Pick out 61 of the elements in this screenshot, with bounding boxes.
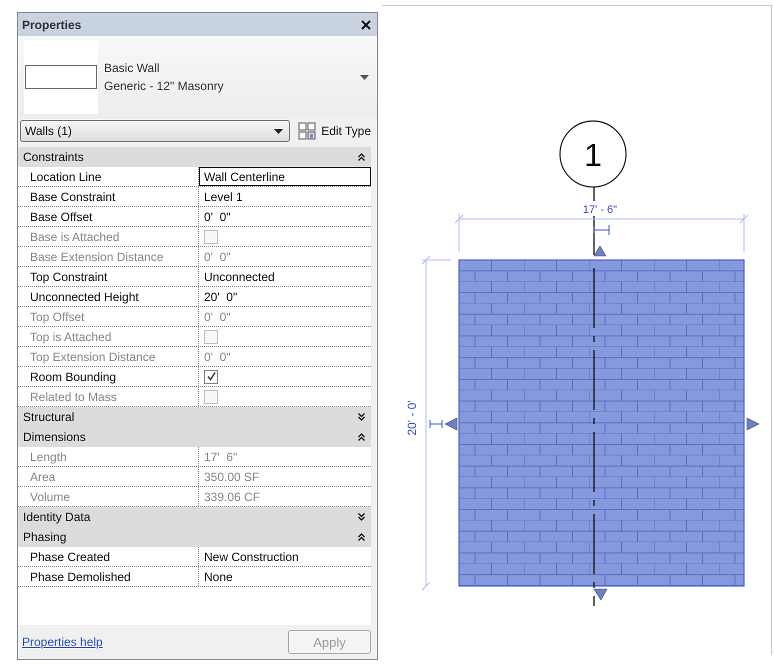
properties-help-link[interactable]: Properties help	[22, 635, 103, 649]
type-family: Basic Wall	[104, 60, 161, 77]
property-label: Base Extension Distance	[18, 247, 199, 266]
property-label: Top Constraint	[18, 267, 199, 286]
caret-icon[interactable]	[360, 74, 369, 80]
edit-type-button[interactable]: Edit Type	[296, 122, 373, 140]
property-value[interactable]: 20' 0"	[204, 290, 238, 304]
property-label: Area	[18, 467, 199, 486]
group-title: Constraints	[23, 150, 84, 164]
group-header[interactable]: Structural	[18, 407, 371, 427]
property-label: Base Constraint	[18, 187, 199, 206]
property-label: Base is Attached	[18, 227, 199, 246]
grid-bubble[interactable]: 1	[559, 120, 627, 188]
property-label: Volume	[18, 487, 199, 506]
type-name: Generic - 12" Masonry	[104, 78, 225, 95]
group-title: Identity Data	[23, 510, 90, 524]
property-label: Phase Created	[18, 547, 199, 566]
flip-arrow-icon[interactable]	[593, 245, 607, 256]
group-header[interactable]: Identity Data	[18, 507, 371, 527]
flip-arrow-icon[interactable]	[593, 588, 608, 601]
property-label: Room Bounding	[18, 367, 199, 386]
property-value: 0' 0"	[204, 310, 231, 324]
group-header[interactable]: Constraints	[18, 147, 371, 167]
offset-dimension	[430, 420, 442, 428]
property-value: 0' 0"	[204, 250, 231, 264]
property-label: Top is Attached	[18, 327, 199, 346]
grid-label: 1	[584, 137, 602, 173]
property-value: 350.00 SF	[204, 470, 260, 484]
property-value: 0' 0"	[204, 350, 231, 364]
close-icon[interactable]	[361, 20, 371, 30]
offset-dimension	[594, 224, 610, 236]
property-label: Unconnected Height	[18, 287, 199, 306]
group-header[interactable]: Dimensions	[18, 427, 371, 447]
property-label: Related to Mass	[18, 387, 199, 406]
property-value: 339.06 CF	[204, 490, 260, 504]
property-value: 17' 6"	[204, 450, 238, 464]
height-dimension-text[interactable]: 20' - 0'	[405, 400, 419, 436]
property-label: Location Line	[18, 167, 199, 186]
flip-arrow-icon[interactable]	[444, 418, 458, 430]
group-title: Structural	[23, 410, 74, 424]
width-dimension-text[interactable]: 17' - 6"	[582, 204, 618, 216]
group-header[interactable]: Phasing	[18, 527, 371, 547]
property-value[interactable]: 0' 0"	[204, 210, 231, 224]
caret-icon	[274, 128, 284, 134]
category-dropdown[interactable]: Walls (1)	[20, 120, 290, 142]
type-selector[interactable]: Basic Wall Generic - 12" Masonry	[18, 36, 377, 118]
property-value[interactable]: Level 1	[204, 190, 243, 204]
property-value[interactable]: None	[204, 570, 233, 584]
panel-title: Properties	[22, 18, 82, 32]
group-title: Dimensions	[23, 430, 86, 444]
property-label: Top Offset	[18, 307, 199, 326]
property-value[interactable]: Unconnected	[204, 270, 275, 284]
group-title: Phasing	[23, 530, 66, 544]
property-label: Base Offset	[18, 207, 199, 226]
edit-type-icon	[298, 122, 316, 140]
property-label: Phase Demolished	[18, 567, 199, 586]
flip-arrow-icon[interactable]	[746, 418, 760, 430]
property-label: Top Extension Distance	[18, 347, 199, 366]
checkbox[interactable]	[204, 370, 218, 384]
property-label: Length	[18, 447, 199, 466]
property-value[interactable]: New Construction	[204, 550, 299, 564]
